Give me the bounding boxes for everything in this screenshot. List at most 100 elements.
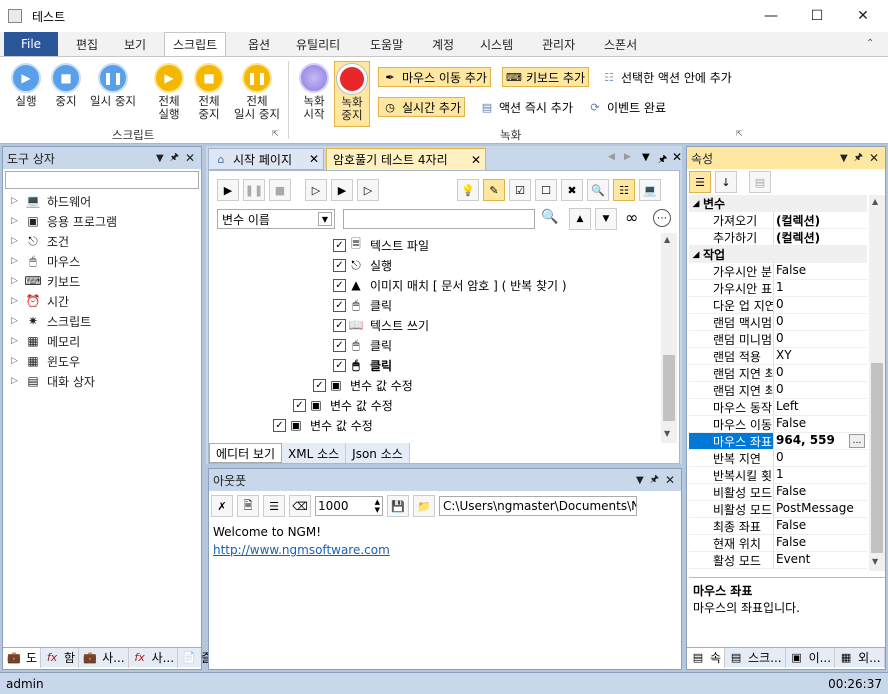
property-row[interactable]: 가우시안 표1 — [689, 280, 867, 297]
tab-editor-view[interactable]: 에디터 보기 — [209, 443, 283, 463]
tab-admin[interactable]: 관리자 — [542, 32, 575, 56]
property-row-selected[interactable]: ▷ 마우스 좌표 964, 559 … — [689, 433, 867, 450]
action-row[interactable]: ✓ ⎋ 실행 — [333, 255, 392, 275]
close-tab-icon[interactable]: ✕ — [309, 152, 319, 166]
stepper-arrows-icon[interactable]: ▲ ▼ — [375, 498, 382, 514]
pin-icon[interactable]: 🖈 — [854, 150, 863, 167]
scroll-thumb[interactable] — [663, 355, 675, 421]
close-icon[interactable]: ✕ — [869, 151, 879, 165]
sort-az-icon[interactable]: ↓ — [715, 171, 737, 193]
tab-edit[interactable]: 편집 — [76, 32, 98, 56]
variable-select[interactable]: 변수 이름 ▼ — [217, 209, 335, 229]
checkbox[interactable]: ✓ — [333, 278, 346, 292]
step-into-icon[interactable]: ▷ — [357, 179, 379, 201]
checkbox[interactable]: ✓ — [333, 258, 346, 272]
record-start-button[interactable]: 녹화 시작 — [296, 63, 332, 121]
property-row[interactable]: 마우스 이동 False — [689, 416, 867, 433]
tree-item-script[interactable]: ▷ ✷ 스크립트 — [11, 311, 199, 331]
add-realtime-button[interactable]: ◷ 실시간 추가 — [378, 97, 466, 117]
broom-icon[interactable]: ✗ — [211, 495, 233, 517]
action-row[interactable]: ✓ 🗏 텍스트 파일 — [333, 235, 429, 255]
category-task[interactable]: ◢ 작업 — [689, 246, 867, 263]
pause-button[interactable]: ❚❚ 일시 중지 — [86, 63, 140, 108]
run-button[interactable]: ▶ 실행 — [10, 63, 42, 108]
tab-start-page[interactable]: ⌂ 시작 페이지 ✕ — [208, 148, 324, 170]
tree-item-time[interactable]: ▷ ⏰ 시간 — [11, 291, 199, 311]
add-page-icon[interactable]: 🗎 — [237, 495, 259, 517]
infinity-icon[interactable]: ∞ — [625, 208, 638, 227]
action-row[interactable]: ✓ 📖 텍스트 쓰기 — [333, 315, 429, 335]
tree-view-icon[interactable]: ☷ — [613, 179, 635, 201]
property-row[interactable]: 최종 좌표 False — [689, 518, 867, 535]
list-icon[interactable]: ☰ — [263, 495, 285, 517]
property-row[interactable]: 반복 지연 0 — [689, 450, 867, 467]
property-row[interactable]: 랜덤 맥시멈 0 — [689, 314, 867, 331]
tab-script-list[interactable]: ▤ 스크... — [725, 647, 786, 668]
scroll-up-icon[interactable]: ▲ — [664, 235, 670, 244]
play-outline-icon[interactable]: ▷ — [305, 179, 327, 201]
add-action-now-button[interactable]: ▤ 액션 즉시 추가 — [476, 97, 576, 117]
tree-item-condition[interactable]: ▷ ⎋ 조건 — [11, 231, 199, 251]
property-row[interactable]: 랜덤 미니멈 0 — [689, 331, 867, 348]
stop-button[interactable]: ■ 중지 — [50, 63, 82, 108]
dialog-launcher-icon[interactable]: ⇱ — [736, 129, 743, 138]
tab-view[interactable]: 보기 — [124, 32, 146, 56]
add-keyboard-button[interactable]: ⌨ 키보드 추가 — [502, 67, 590, 87]
tree-item-mouse[interactable]: ▷ 🖱 마우스 — [11, 251, 199, 271]
tab-functions[interactable]: fx 함 — [41, 647, 80, 668]
add-mouse-move-button[interactable]: ✒ 마우스 이동 추가 — [378, 67, 491, 87]
expand-icon[interactable]: ▷ — [693, 434, 700, 444]
collapse-ribbon-icon[interactable]: ⌃ — [866, 38, 874, 49]
property-row[interactable]: 비활성 모드 PostMessage — [689, 501, 867, 518]
toolbox-search-input[interactable] — [5, 171, 199, 189]
pin-icon[interactable]: 🖈 — [170, 150, 179, 167]
dropdown-icon[interactable]: ▼ — [636, 475, 644, 486]
checkbox[interactable]: ✓ — [333, 338, 346, 352]
checkbox[interactable]: ✓ — [333, 298, 346, 312]
tab-images[interactable]: ▣ 이... — [786, 647, 836, 668]
property-row[interactable]: 랜덤 지연 최0 — [689, 382, 867, 399]
categorized-icon[interactable]: ☰ — [689, 171, 711, 193]
interval-stepper[interactable]: 1000 ▲ ▼ — [315, 496, 383, 516]
tree-item-hardware[interactable]: ▷ 💻 하드웨어 — [11, 191, 199, 211]
lightbulb-icon[interactable]: 💡 — [457, 179, 479, 201]
tab-list-icon[interactable]: ▼ — [642, 152, 650, 163]
tree-item-dialog[interactable]: ▷ ▤ 대화 상자 — [11, 371, 199, 391]
stop-icon[interactable]: ■ — [269, 179, 291, 201]
property-scrollbar[interactable]: ▲ ▼ — [869, 195, 885, 571]
tab-xml-source[interactable]: XML 소스 — [282, 443, 347, 463]
tab-scroll-left-icon[interactable]: ◀ — [608, 152, 615, 162]
move-up-icon[interactable]: ▲ — [569, 208, 591, 230]
dropdown-icon[interactable]: ▼ — [840, 153, 848, 164]
move-down-icon[interactable]: ▼ — [595, 208, 617, 230]
search-icon[interactable]: 🔍 — [541, 209, 558, 225]
tree-item-window[interactable]: ▷ ▦ 윈도우 — [11, 351, 199, 371]
action-row[interactable]: ✓ ▣ 변수 값 수정 — [273, 415, 373, 435]
property-row[interactable]: 가우시안 분 False — [689, 263, 867, 280]
computer-icon[interactable]: 💻 — [639, 179, 661, 201]
checkbox[interactable]: ✓ — [293, 398, 306, 412]
tab-account[interactable]: 계정 — [432, 32, 454, 56]
checkbox[interactable]: ✓ — [313, 378, 326, 392]
tab-user-function[interactable]: fx 사... — [129, 647, 179, 668]
tab-script-file[interactable]: 암호풀기 테스트 4자리 ✕ — [326, 148, 486, 170]
tab-options[interactable]: 옵션 — [248, 32, 270, 56]
tab-system[interactable]: 시스템 — [480, 32, 513, 56]
property-row[interactable]: 비활성 모드 False — [689, 484, 867, 501]
action-row-selected[interactable]: ✓ 🖱 클릭 — [333, 355, 392, 375]
event-done-button[interactable]: ⟳ 이벤트 완료 — [584, 97, 669, 117]
eraser-icon[interactable]: ⌫ — [289, 495, 311, 517]
tab-user[interactable]: 💼 사... — [79, 647, 129, 668]
scroll-up-icon[interactable]: ▲ — [872, 197, 878, 206]
pin-icon[interactable]: 🖈 — [650, 472, 659, 489]
variable-search-input[interactable] — [343, 209, 535, 229]
vertical-scrollbar[interactable]: ▲ ▼ — [661, 233, 677, 443]
tab-help[interactable]: 도움말 — [370, 32, 403, 56]
file-tab[interactable]: File — [4, 32, 58, 56]
property-row[interactable]: 랜덤 적용 XY — [689, 348, 867, 365]
search-icon[interactable]: 🔍 — [587, 179, 609, 201]
tree-item-application[interactable]: ▷ ▣ 응용 프로그램 — [11, 211, 199, 231]
action-row[interactable]: ✓ 🖱 클릭 — [333, 295, 392, 315]
record-stop-button[interactable]: 녹화 중지 — [334, 61, 370, 127]
dropdown-icon[interactable]: ▼ — [156, 153, 164, 164]
